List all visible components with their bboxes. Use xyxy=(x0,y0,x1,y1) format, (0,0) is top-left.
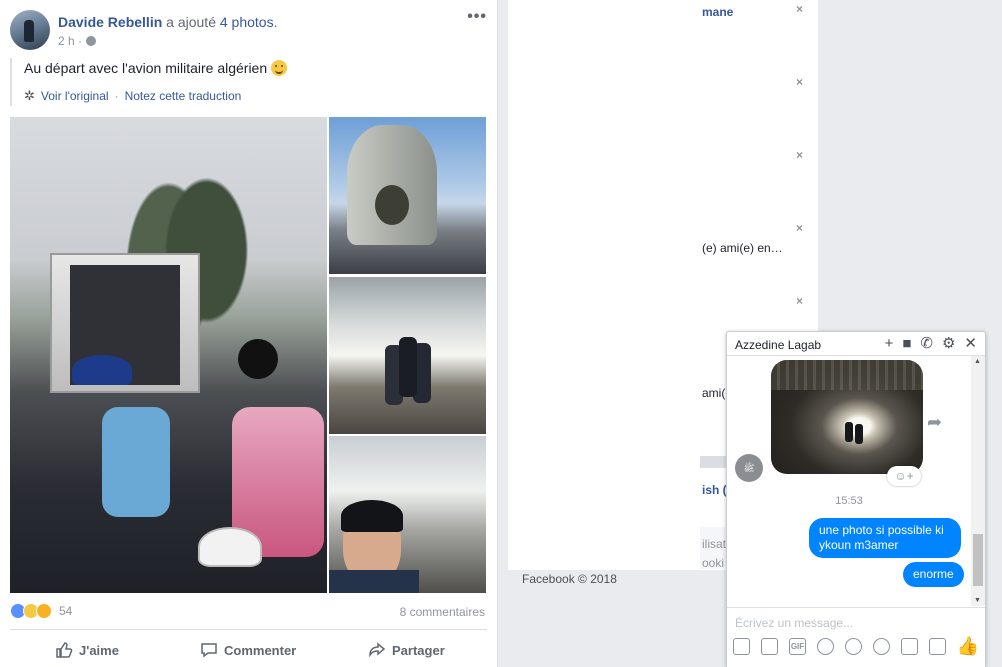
comment-button[interactable]: Commenter xyxy=(200,640,296,660)
comments-count-link[interactable]: 8 commentaires xyxy=(400,605,485,619)
photo-cap-detail xyxy=(72,355,132,385)
gear-icon[interactable]: ✲ xyxy=(24,88,35,104)
reaction-count[interactable]: 54 xyxy=(59,604,72,618)
chat-contact-name[interactable]: Azzedine Lagab xyxy=(735,338,821,352)
photo-coat-detail xyxy=(329,570,419,593)
haha-reaction-icon xyxy=(36,603,52,619)
link-icon[interactable] xyxy=(873,638,890,655)
feed-post: Davide Rebellin a ajouté 4 photos. 2 h ·… xyxy=(0,0,498,667)
action-text: a ajouté xyxy=(162,14,220,30)
sticker-icon[interactable] xyxy=(761,638,778,655)
photo-plane-detail xyxy=(347,125,437,245)
rate-translation-link[interactable]: Notez cette traduction xyxy=(125,89,242,103)
share-button[interactable]: Partager xyxy=(368,640,445,660)
globe-icon xyxy=(86,36,97,46)
chat-timestamp: 15:53 xyxy=(835,495,863,507)
post-options-button[interactable]: ••• xyxy=(467,9,487,25)
share-label: Partager xyxy=(392,642,445,658)
reaction-summary[interactable]: 54 xyxy=(10,603,72,619)
comment-label: Commenter xyxy=(224,642,297,658)
close-icon[interactable]: × xyxy=(796,75,803,89)
photo-hat-detail xyxy=(238,339,278,379)
image-upload-icon[interactable] xyxy=(733,638,750,655)
post-meta: 2 h · xyxy=(58,34,97,48)
post-text-content: Au départ avec l'avion militaire algérie… xyxy=(24,60,272,76)
footer-copyright: Facebook © 2018 xyxy=(522,572,617,586)
chat-toolbar: GIF xyxy=(733,638,946,655)
settings-gear-icon[interactable]: ⚙ xyxy=(942,335,955,353)
actions-divider xyxy=(10,629,487,630)
outgoing-message-1[interactable]: une photo si possible ki ykoun m3amer xyxy=(809,518,961,558)
notification-fragment-bar xyxy=(700,456,726,468)
comment-icon xyxy=(201,643,217,658)
photo-thumb-selfie[interactable] xyxy=(329,436,486,593)
attachment-icon[interactable] xyxy=(845,638,862,655)
period-text: . xyxy=(273,14,278,30)
photo-thumb-cargo[interactable] xyxy=(329,277,486,434)
author-name-link[interactable]: Davide Rebellin xyxy=(58,14,162,30)
chat-input-divider xyxy=(727,607,985,608)
smiley-emoji-icon xyxy=(271,60,288,76)
photos-link[interactable]: 4 photos xyxy=(220,14,274,30)
close-chat-icon[interactable]: ✕ xyxy=(964,335,977,353)
post-timestamp[interactable]: 2 h · xyxy=(58,34,82,48)
post-author-line: Davide Rebellin a ajouté 4 photos. xyxy=(58,14,277,30)
add-people-icon[interactable]: + xyxy=(885,335,894,353)
camera-icon[interactable] xyxy=(901,638,918,655)
close-icon[interactable]: × xyxy=(796,148,803,162)
chat-scrollbar[interactable]: ▲ ▼ xyxy=(971,356,985,606)
post-body: Au départ avec l'avion militaire algérie… xyxy=(10,58,480,106)
scrollbar-thumb[interactable] xyxy=(973,534,983,586)
notification-fragment-1[interactable]: mane xyxy=(702,5,733,19)
emoji-icon[interactable] xyxy=(817,638,834,655)
see-original-link[interactable]: Voir l'original xyxy=(41,89,109,103)
post-text: Au départ avec l'avion militaire algérie… xyxy=(24,60,288,76)
phone-call-icon[interactable]: ✆ xyxy=(920,335,933,353)
sender-avatar[interactable]: ﷺ xyxy=(735,454,763,482)
games-grid-icon[interactable] xyxy=(929,638,946,655)
chat-header-icons: + ■ ✆ ⚙ ✕ xyxy=(885,335,977,353)
like-button[interactable]: J'aime xyxy=(55,640,119,660)
notification-fragment-2[interactable]: (e) ami(e) en… xyxy=(702,241,783,255)
close-icon[interactable]: × xyxy=(796,221,803,235)
photo-main[interactable] xyxy=(10,117,327,593)
share-icon xyxy=(369,642,386,658)
scroll-down-arrow-icon[interactable]: ▼ xyxy=(974,597,981,604)
message-input[interactable]: Écrivez un message... xyxy=(735,616,853,630)
send-like-icon[interactable]: 👍 xyxy=(957,636,979,657)
post-header: Davide Rebellin a ajouté 4 photos. 2 h ·… xyxy=(10,9,487,50)
close-icon[interactable]: × xyxy=(796,294,803,308)
outgoing-message-2[interactable]: enorme xyxy=(903,562,964,587)
photo-helmet xyxy=(198,527,262,567)
close-icon[interactable]: × xyxy=(796,2,803,16)
chat-photo-message[interactable] xyxy=(771,360,923,474)
photo-blue-backpack xyxy=(102,407,170,517)
forward-arrow-icon[interactable]: ➦ xyxy=(927,412,942,433)
gif-icon[interactable]: GIF xyxy=(789,638,806,655)
author-avatar[interactable] xyxy=(10,10,50,50)
notification-fragment-4[interactable]: ish ( xyxy=(702,483,727,497)
like-label: J'aime xyxy=(79,642,119,658)
add-reaction-button[interactable]: ☺+ xyxy=(887,466,921,486)
notification-fragment-5[interactable]: ilisat xyxy=(702,537,726,551)
chat-header[interactable]: Azzedine Lagab + ■ ✆ ⚙ ✕ xyxy=(727,332,985,356)
notification-fragment-6[interactable]: ooki xyxy=(702,556,724,570)
chat-window: Azzedine Lagab + ■ ✆ ⚙ ✕ ﷺ ➦ ☺+ 15:53 un… xyxy=(726,331,986,667)
scroll-up-arrow-icon[interactable]: ▲ xyxy=(974,358,981,365)
photo-thumb-plane[interactable] xyxy=(329,117,486,274)
video-call-icon[interactable]: ■ xyxy=(902,335,911,353)
thumbs-up-icon xyxy=(56,642,73,658)
translation-bar: ✲ Voir l'original · Notez cette traducti… xyxy=(24,88,241,104)
separator-text: · xyxy=(114,89,119,103)
